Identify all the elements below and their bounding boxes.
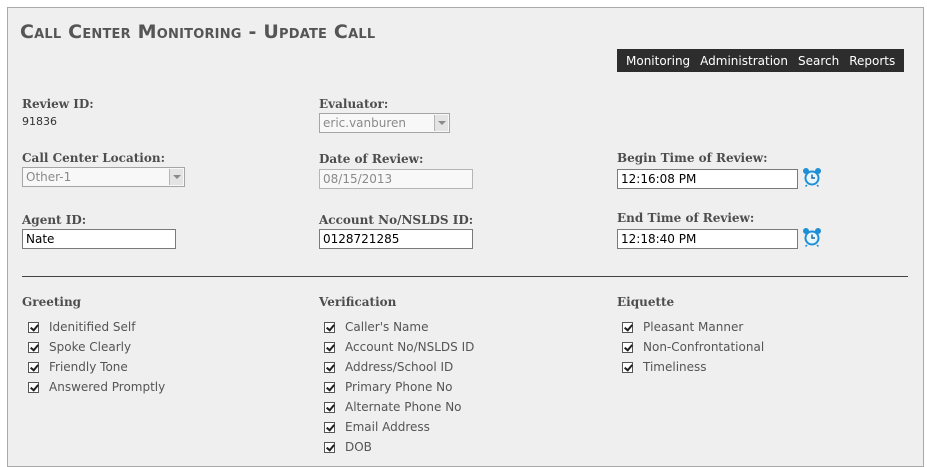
checkbox-label: Primary Phone No <box>345 380 453 394</box>
verification-title: Verification <box>319 295 397 309</box>
date-of-review-field[interactable]: 08/15/2013 <box>319 169 473 189</box>
begin-time-field[interactable]: 12:16:08 PM <box>617 169 798 189</box>
checkbox-row[interactable]: Email Address <box>324 419 430 435</box>
checkbox-label: Timeliness <box>643 360 707 374</box>
checkbox-label: Spoke Clearly <box>49 340 132 354</box>
checkbox-label: Pleasant Manner <box>643 320 744 334</box>
nav-reports[interactable]: Reports <box>844 54 900 68</box>
checkbox[interactable] <box>324 381 335 393</box>
checkbox[interactable] <box>28 341 39 353</box>
page-title: Call Center Monitoring - Update Call <box>20 21 376 43</box>
update-call-panel: Call Center Monitoring - Update Call Mon… <box>7 7 924 467</box>
nav-search[interactable]: Search <box>793 54 844 68</box>
account-no-field[interactable]: 0128721285 <box>319 229 473 249</box>
top-nav: Monitoring Administration Search Reports <box>617 49 905 72</box>
call-center-location-selected-value: Other-1 <box>26 170 72 184</box>
checkbox[interactable] <box>324 321 335 333</box>
checkbox-row[interactable]: Friendly Tone <box>28 359 128 375</box>
checkbox-label: DOB <box>345 440 372 454</box>
checkbox-label: Idenitified Self <box>49 320 136 334</box>
alarm-clock-icon[interactable] <box>802 167 822 187</box>
nav-administration[interactable]: Administration <box>695 54 793 68</box>
evaluator-selected-value: eric.vanburen <box>323 116 407 130</box>
end-time-label: End Time of Review: <box>617 211 755 225</box>
agent-id-label: Agent ID: <box>22 213 87 227</box>
checkbox[interactable] <box>324 341 335 353</box>
checkbox-row[interactable]: Address/School ID <box>324 359 453 375</box>
call-center-location-label: Call Center Location: <box>22 151 165 165</box>
date-of-review-label: Date of Review: <box>319 152 424 166</box>
begin-time-label: Begin Time of Review: <box>617 151 768 165</box>
checkbox[interactable] <box>622 341 633 353</box>
account-no-label: Account No/NSLDS ID: <box>319 213 474 227</box>
review-id-value: 91836 <box>22 115 57 128</box>
checkbox-label: Non-Confrontational <box>643 340 765 354</box>
section-divider <box>22 276 908 277</box>
checkbox-label: Address/School ID <box>345 360 454 374</box>
checkbox[interactable] <box>324 441 335 453</box>
checkbox-label: Account No/NSLDS ID <box>345 340 475 354</box>
checkbox-row[interactable]: Idenitified Self <box>28 319 135 335</box>
checkbox-row[interactable]: Non-Confrontational <box>622 339 764 355</box>
checkbox[interactable] <box>28 321 39 333</box>
evaluator-select[interactable]: eric.vanburen <box>319 113 450 133</box>
etiquette-title: Eiquette <box>617 295 675 309</box>
checkbox-row[interactable]: Answered Promptly <box>28 379 165 395</box>
checkbox-row[interactable]: Primary Phone No <box>324 379 453 395</box>
checkbox-label: Email Address <box>345 420 430 434</box>
checkbox-row[interactable]: DOB <box>324 439 372 455</box>
checkbox-row[interactable]: Spoke Clearly <box>28 339 131 355</box>
call-center-location-select[interactable]: Other-1 <box>22 167 185 187</box>
greeting-title: Greeting <box>22 295 82 309</box>
checkbox[interactable] <box>324 421 335 433</box>
nav-monitoring[interactable]: Monitoring <box>621 54 695 68</box>
checkbox-row[interactable]: Caller's Name <box>324 319 428 335</box>
evaluator-label: Evaluator: <box>319 97 389 111</box>
checkbox[interactable] <box>28 361 39 373</box>
end-time-field[interactable]: 12:18:40 PM <box>617 229 798 249</box>
checkbox[interactable] <box>28 381 39 393</box>
checkbox-row[interactable]: Timeliness <box>622 359 707 375</box>
alarm-clock-icon[interactable] <box>802 227 822 247</box>
agent-id-field[interactable]: Nate <box>22 229 176 249</box>
chevron-down-icon[interactable] <box>169 169 183 185</box>
checkbox[interactable] <box>324 361 335 373</box>
review-id-label: Review ID: <box>22 97 94 111</box>
chevron-down-icon[interactable] <box>434 115 448 131</box>
checkbox[interactable] <box>622 361 633 373</box>
checkbox-label: Alternate Phone No <box>345 400 462 414</box>
checkbox-label: Caller's Name <box>345 320 429 334</box>
checkbox-row[interactable]: Account No/NSLDS ID <box>324 339 474 355</box>
checkbox[interactable] <box>324 401 335 413</box>
checkbox-label: Friendly Tone <box>49 360 128 374</box>
checkbox[interactable] <box>622 321 633 333</box>
checkbox-label: Answered Promptly <box>49 380 166 394</box>
checkbox-row[interactable]: Alternate Phone No <box>324 399 462 415</box>
checkbox-row[interactable]: Pleasant Manner <box>622 319 743 335</box>
